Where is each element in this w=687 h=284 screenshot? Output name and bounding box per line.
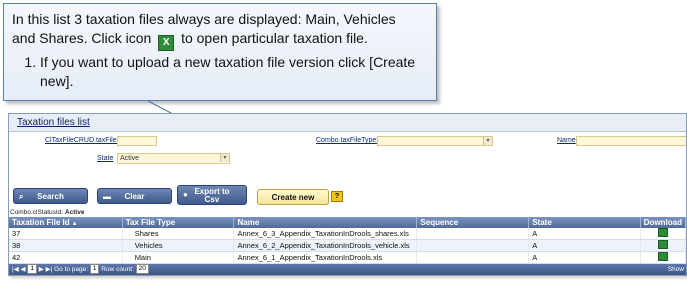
export-csv-button[interactable]: ● Export to Csv xyxy=(177,185,247,205)
page-indicator[interactable]: 1 xyxy=(27,264,37,274)
chevron-down-icon: ▾ xyxy=(220,154,229,162)
row-count-select[interactable]: 20 xyxy=(135,264,149,274)
cell-type: Shares xyxy=(122,228,235,240)
help-icon[interactable]: ? xyxy=(331,191,343,202)
table-row[interactable]: 42 Main Annex_6_1_Appendix_TaxationInDro… xyxy=(9,251,686,264)
status-value: Active xyxy=(64,209,85,216)
excel-download-icon[interactable] xyxy=(657,252,668,261)
tax-file-type-select[interactable]: ▾ xyxy=(377,136,493,146)
cell-sequence xyxy=(416,251,530,264)
first-page-icon[interactable]: |◀ xyxy=(12,266,19,273)
create-new-button[interactable]: Create new xyxy=(257,189,329,205)
export-icon: ● xyxy=(183,190,188,199)
column-header-download[interactable]: Download xyxy=(640,217,686,228)
pager-bar: |◀ ◀ 1 ▶ ▶| Go to page: 1 Row count: 20 … xyxy=(9,264,686,275)
search-icon: ⌕ xyxy=(19,192,24,201)
tax-file-id-label: ClTaxFileCRUD.taxFileId xyxy=(45,137,123,144)
clear-icon: ▬ xyxy=(103,192,111,201)
excel-download-icon[interactable] xyxy=(657,240,668,249)
state-select[interactable]: Active ▾ xyxy=(117,153,230,164)
column-header-state[interactable]: State xyxy=(528,217,641,228)
button-bar: ⌕ Search ▬ Clear ● Export to Csv Create … xyxy=(9,184,686,208)
row-count-label: Row count: xyxy=(101,266,134,273)
go-to-page-select[interactable]: 1 xyxy=(89,264,100,274)
sort-asc-icon: ▲ xyxy=(71,221,78,227)
column-header-name[interactable]: Name xyxy=(233,217,418,228)
cell-name: Annex_6_2_Appendix_TaxationInDrools_vehi… xyxy=(233,239,418,252)
cell-type: Main xyxy=(122,251,235,264)
cell-sequence xyxy=(416,239,530,252)
column-header-type[interactable]: Tax File Type xyxy=(122,217,235,228)
prev-page-icon[interactable]: ◀ xyxy=(21,266,26,273)
cell-name: Annex_6_1_Appendix_TaxationInDrools.xls xyxy=(233,251,418,264)
last-page-icon[interactable]: ▶| xyxy=(46,266,53,273)
chevron-down-icon: ▾ xyxy=(483,137,492,145)
tax-file-type-label: Combo.taxFileTypeId xyxy=(316,137,383,144)
cell-state: A xyxy=(528,251,641,264)
cell-download xyxy=(640,251,686,264)
cell-id: 42 xyxy=(9,251,123,264)
taxation-files-table: Taxation File Id ▲ Tax File Type Name Seq… xyxy=(9,217,686,264)
clear-button-label: Clear xyxy=(124,192,145,201)
clear-button[interactable]: ▬ Clear xyxy=(97,188,172,204)
cell-sequence xyxy=(416,228,530,240)
cell-download xyxy=(640,239,686,252)
panel-title: Taxation files list xyxy=(9,114,686,132)
export-label-line2: Csv xyxy=(204,195,220,204)
cell-state: A xyxy=(528,239,641,252)
table-row[interactable]: 37 Shares Annex_6_3_Appendix_TaxationInD… xyxy=(9,228,686,240)
cell-download xyxy=(640,228,686,240)
cell-id: 37 xyxy=(9,228,123,240)
create-new-label: Create new xyxy=(271,193,315,202)
name-label: Name xyxy=(557,137,576,144)
search-button-label: Search xyxy=(37,192,64,201)
status-label: Combo.clStatusId: xyxy=(10,209,64,216)
next-page-icon[interactable]: ▶ xyxy=(39,266,44,273)
show-label: Show xyxy=(667,266,684,273)
state-value: Active xyxy=(120,155,140,162)
filter-form: ClTaxFileCRUD.taxFileId Combo.taxFileTyp… xyxy=(9,132,686,184)
column-header-id-label: Taxation File Id xyxy=(12,218,70,227)
table-header-row: Taxation File Id ▲ Tax File Type Name Seq… xyxy=(9,217,686,228)
status-line: Combo.clStatusId: Active xyxy=(9,208,686,217)
taxation-files-panel: Taxation files list ClTaxFileCRUD.taxFil… xyxy=(8,113,687,276)
column-header-sequence[interactable]: Sequence xyxy=(416,217,530,228)
cell-type: Vehicles xyxy=(122,239,235,252)
cell-name: Annex_6_3_Appendix_TaxationInDrools_shar… xyxy=(233,228,418,240)
state-label: State xyxy=(97,155,114,162)
name-input[interactable] xyxy=(576,136,686,146)
cell-state: A xyxy=(528,228,641,240)
search-button[interactable]: ⌕ Search xyxy=(13,188,88,204)
column-header-id[interactable]: Taxation File Id ▲ xyxy=(9,217,123,228)
table-row[interactable]: 38 Vehicles Annex_6_2_Appendix_TaxationI… xyxy=(9,239,686,252)
cell-id: 38 xyxy=(9,239,123,252)
excel-download-icon[interactable] xyxy=(657,228,668,237)
go-to-page-label: Go to page: xyxy=(54,266,89,273)
tax-file-id-input[interactable] xyxy=(117,136,157,146)
